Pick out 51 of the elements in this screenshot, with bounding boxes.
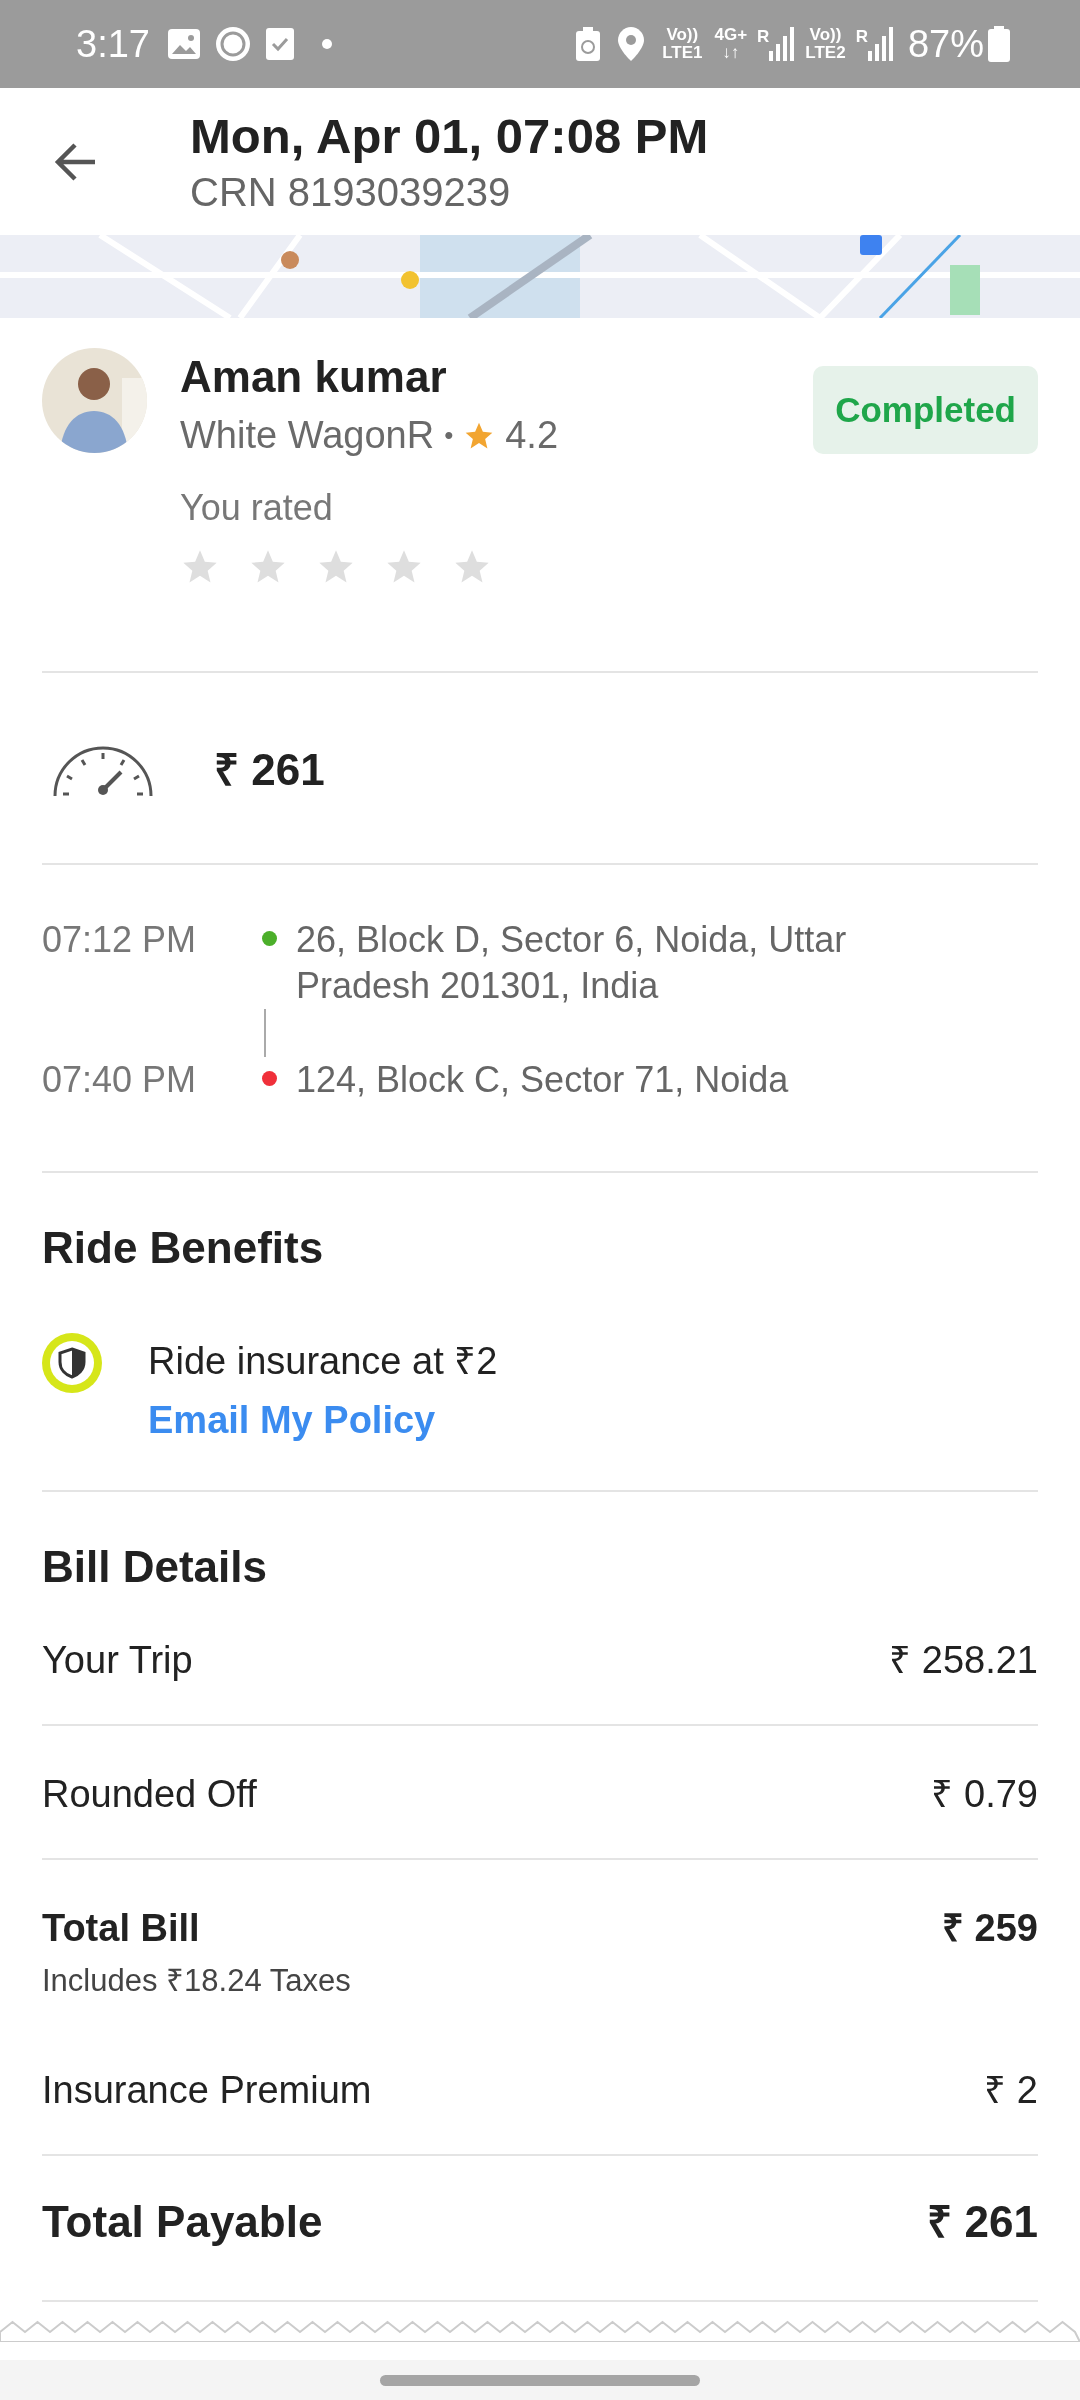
bill-label: Your Trip [42,1639,193,1682]
home-handle[interactable] [380,2374,700,2386]
shield-icon [42,1333,102,1393]
checkbox-icon [265,28,294,60]
network-label: 4G+ [714,26,748,44]
ring-icon [213,25,252,63]
roaming-label: R [855,27,868,47]
network-label: ↓↑ [722,44,740,62]
battery-saver-icon [576,27,601,61]
tax-note: Includes ₹18.24 Taxes [42,1962,351,2000]
route-line [264,1009,266,1057]
section-title: Ride Benefits [42,1223,325,1273]
driver-name: Aman kumar [180,352,448,402]
bill-amount: ₹ 2 [984,2068,1038,2113]
separator-dot: • [444,420,454,451]
you-rated-label: You rated [180,487,334,529]
signal-icon [769,27,796,61]
bill-label: Total Payable [42,2197,323,2247]
stop-time: 07:12 PM [42,918,198,962]
bill-label: Insurance Premium [42,2069,372,2112]
bill-amount: ₹ 258.21 [889,1638,1038,1683]
ride-date: Mon, Apr 01, 07:08 PM [190,107,709,165]
insurance-text: Ride insurance at ₹2 [148,1339,498,1384]
gallery-icon [167,29,200,59]
driver-rating: 4.2 [505,414,559,457]
crn-number: CRN 8193039239 [190,168,512,216]
bill-amount: ₹ 0.79 [931,1772,1038,1817]
location-icon [618,27,645,61]
bill-label: Total Bill [42,1907,201,1950]
network-label: LTE1 [662,44,703,62]
dot-icon [321,39,332,49]
signal-icon [867,27,894,61]
fare-amount: ₹ 261 [214,744,325,796]
back-arrow-icon [53,141,97,182]
section-title: Bill Details [42,1542,268,1592]
stop-time: 07:40 PM [42,1058,198,1102]
battery-percent: 87% [907,22,984,66]
stop-address: 124, Block C, Sector 71, Noida [296,1058,790,1102]
battery-icon [988,26,1010,62]
network-label: Vo)) [809,26,842,44]
bill-label: Rounded Off [42,1773,257,1816]
vehicle-name: White WagonR [180,414,435,457]
status-time: 3:17 [76,22,150,66]
bill-amount: ₹ 259 [942,1906,1038,1951]
network-label: LTE2 [805,44,846,62]
status-badge: Completed [813,366,1038,454]
network-label: Vo)) [666,26,699,44]
roaming-label: R [757,27,770,47]
stop-address: 26, Block D, Sector 6, Noida, Uttar Pradesh 201301, India [296,918,848,1008]
bill-amount: ₹ 261 [927,2196,1038,2248]
email-policy-link[interactable]: Email My Policy [148,1399,498,1442]
